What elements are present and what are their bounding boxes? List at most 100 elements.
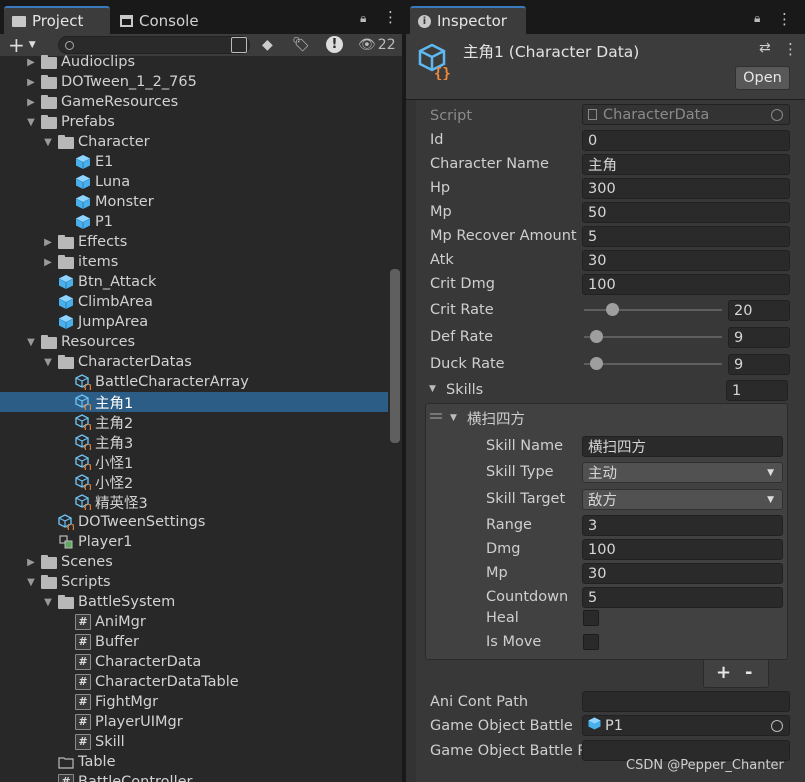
tree-scrollbar[interactable]: [390, 269, 400, 443]
tree-item[interactable]: # Skill: [0, 732, 388, 752]
tree-item[interactable]: ▼ Character: [0, 132, 388, 152]
tree-item[interactable]: P1: [0, 212, 388, 232]
tree-item[interactable]: ClimbArea: [0, 292, 388, 312]
kebab-menu-icon[interactable]: ⋮: [783, 40, 798, 58]
collapse-arrow-icon[interactable]: ▼: [43, 357, 53, 368]
collapse-arrow-icon[interactable]: ▼: [43, 137, 53, 148]
tree-item[interactable]: {} 主角1: [0, 392, 388, 412]
tree-item[interactable]: ▶ Audioclips: [0, 52, 388, 72]
tree-item-label: Character: [78, 134, 150, 150]
checkbox[interactable]: [583, 610, 599, 626]
slider-knob[interactable]: [605, 303, 619, 316]
tree-item[interactable]: ▼ CharacterDatas: [0, 352, 388, 372]
tree-item[interactable]: ▶ DOTween_1_2_765: [0, 72, 388, 92]
expand-arrow-icon[interactable]: ▶: [26, 97, 36, 108]
object-picker-icon[interactable]: [771, 720, 783, 732]
tree-item[interactable]: Table: [0, 752, 388, 772]
tree-item[interactable]: {} DOTweenSettings: [0, 512, 388, 532]
skill-field-value[interactable]: 横扫四方: [582, 436, 783, 457]
expand-arrow-icon[interactable]: ▶: [43, 237, 53, 248]
remove-element-button[interactable]: -: [745, 662, 752, 683]
tree-item[interactable]: # AniMgr: [0, 612, 388, 632]
slider-value[interactable]: 20: [728, 300, 790, 321]
tree-item[interactable]: JumpArea: [0, 312, 388, 332]
tree-item[interactable]: ▼ Scripts: [0, 572, 388, 592]
checkbox[interactable]: [583, 634, 599, 650]
expand-arrow-icon[interactable]: ▶: [26, 57, 36, 68]
tree-item[interactable]: {} BattleCharacterArray: [0, 372, 388, 392]
field-value[interactable]: 主角: [582, 154, 790, 175]
filter-by-type-icon[interactable]: ◆: [262, 37, 278, 53]
skill-dropdown[interactable]: 敌方: [582, 489, 783, 510]
tree-item[interactable]: {} 小怪2: [0, 472, 388, 492]
tree-item[interactable]: {} 小怪1: [0, 452, 388, 472]
foldout-arrow-icon[interactable]: ▼: [429, 384, 436, 394]
tree-item[interactable]: ▼ BattleSystem: [0, 592, 388, 612]
search-by-type-icon[interactable]: [231, 37, 247, 53]
field-value[interactable]: 30: [582, 250, 790, 271]
collapse-arrow-icon[interactable]: ▼: [26, 117, 36, 128]
presets-icon[interactable]: ⇄: [759, 40, 771, 56]
tree-item[interactable]: # CharacterData: [0, 652, 388, 672]
ani-cont-path-field[interactable]: [582, 691, 790, 712]
tree-item[interactable]: ▶ Effects: [0, 232, 388, 252]
tree-item[interactable]: # CharacterDataTable: [0, 672, 388, 692]
tree-item[interactable]: Luna: [0, 172, 388, 192]
object-picker-icon[interactable]: [771, 109, 783, 121]
tree-item[interactable]: Monster: [0, 192, 388, 212]
slider-value[interactable]: 9: [728, 327, 790, 348]
skill-dropdown[interactable]: 主动: [582, 462, 783, 483]
collapse-arrow-icon[interactable]: ▼: [26, 577, 36, 588]
hidden-packages-toggle[interactable]: 👁︎ 22: [358, 37, 396, 53]
expand-arrow-icon[interactable]: ▶: [43, 257, 53, 268]
tree-item[interactable]: # Buffer: [0, 632, 388, 652]
slider-value[interactable]: 9: [728, 354, 790, 375]
tree-item[interactable]: Player1: [0, 532, 388, 552]
tree-item[interactable]: ▶ Scenes: [0, 552, 388, 572]
field-value[interactable]: 50: [582, 202, 790, 223]
skill-field-value[interactable]: 5: [582, 587, 783, 608]
lock-icon[interactable]: 🔒︎: [360, 11, 372, 25]
tree-item[interactable]: ▶ items: [0, 252, 388, 272]
collapse-arrow-icon[interactable]: ▼: [26, 337, 36, 348]
tab-project[interactable]: Project: [4, 6, 110, 34]
add-element-button[interactable]: +: [716, 662, 731, 683]
tab-inspector[interactable]: i Inspector: [410, 6, 526, 34]
field-value[interactable]: 300: [582, 178, 790, 199]
slider-track[interactable]: [584, 336, 722, 338]
warning-icon[interactable]: !: [326, 36, 343, 53]
tree-item[interactable]: ▶ GameResources: [0, 92, 388, 112]
tree-item[interactable]: {} 主角3: [0, 432, 388, 452]
open-button[interactable]: Open: [735, 66, 790, 90]
game-object-battle-field[interactable]: P1: [582, 715, 790, 736]
tab-console[interactable]: Console: [112, 8, 212, 34]
field-value[interactable]: 100: [582, 274, 790, 295]
tree-item[interactable]: {} 精英怪3: [0, 492, 388, 512]
tree-item[interactable]: {} 主角2: [0, 412, 388, 432]
tree-item[interactable]: ▼ Resources: [0, 332, 388, 352]
kebab-menu-icon[interactable]: ⋮: [777, 10, 792, 28]
field-value[interactable]: 5: [582, 226, 790, 247]
lock-icon[interactable]: 🔒︎: [754, 11, 760, 26]
skill-field-value[interactable]: 100: [582, 539, 783, 560]
tree-item[interactable]: ▼ Prefabs: [0, 112, 388, 132]
skill-field-value[interactable]: 3: [582, 515, 783, 536]
foldout-arrow-icon[interactable]: ▼: [450, 413, 457, 423]
tree-item[interactable]: # BattleController: [0, 772, 388, 782]
kebab-menu-icon[interactable]: ⋮: [383, 10, 398, 25]
slider-track[interactable]: [584, 309, 722, 311]
expand-arrow-icon[interactable]: ▶: [26, 557, 36, 568]
collapse-arrow-icon[interactable]: ▼: [43, 597, 53, 608]
skill-field-value[interactable]: 30: [582, 563, 783, 584]
tree-item[interactable]: E1: [0, 152, 388, 172]
drag-handle-icon[interactable]: [430, 413, 442, 419]
tree-item[interactable]: Btn_Attack: [0, 272, 388, 292]
field-value[interactable]: 0: [582, 130, 790, 151]
tree-item[interactable]: # FightMgr: [0, 692, 388, 712]
skills-count[interactable]: 1: [726, 380, 788, 401]
tree-item[interactable]: # PlayerUIMgr: [0, 712, 388, 732]
expand-arrow-icon[interactable]: ▶: [26, 77, 36, 88]
script-field[interactable]: CharacterData: [582, 104, 790, 125]
slider-track[interactable]: [584, 363, 722, 365]
filter-by-label-icon[interactable]: 🏷︎: [292, 37, 310, 53]
